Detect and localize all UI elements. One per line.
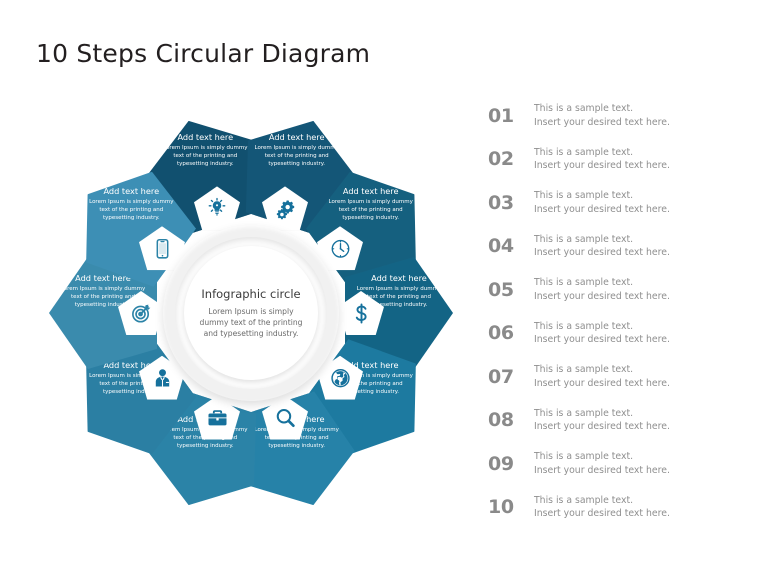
list-item-number: 04 xyxy=(488,235,514,258)
steps-list: 01 This is a sample text. Insert your desi… xyxy=(488,94,738,529)
list-item-line2: Insert your desired text here. xyxy=(534,116,670,128)
mobile-icon xyxy=(151,237,174,260)
list-item-line2: Insert your desired text here. xyxy=(534,464,670,476)
list-item-line2: Insert your desired text here. xyxy=(534,377,670,389)
lightbulb-icon xyxy=(206,197,228,219)
list-item-line1: This is a sample text. xyxy=(534,320,634,332)
list-item-number: 03 xyxy=(488,191,514,214)
list-item-number: 08 xyxy=(488,409,514,432)
list-item-line2: Insert your desired text here. xyxy=(534,290,670,302)
list-item-number: 09 xyxy=(488,452,514,475)
list-item-text: This is a sample text. Insert your desire… xyxy=(534,189,670,216)
list-item-line2: Insert your desired text here. xyxy=(534,247,670,259)
list-item[interactable]: 07 This is a sample text. Insert your desi… xyxy=(488,355,738,399)
center-body-text: Lorem Ipsum is simply dummy text of the … xyxy=(199,307,303,338)
gears-icon xyxy=(274,197,297,220)
list-item[interactable]: 09 This is a sample text. Insert your desi… xyxy=(488,442,738,486)
list-item-line1: This is a sample text. xyxy=(534,103,634,115)
list-item-number: 05 xyxy=(488,278,514,301)
list-item-line2: Insert your desired text here. xyxy=(534,334,670,346)
list-item-text: This is a sample text. Insert your desire… xyxy=(534,146,670,173)
list-item-line1: This is a sample text. xyxy=(534,277,634,289)
list-item-line1: This is a sample text. xyxy=(534,233,634,245)
list-item[interactable]: 04 This is a sample text. Insert your desi… xyxy=(488,225,738,269)
briefcase-icon xyxy=(206,406,229,429)
list-item[interactable]: 10 This is a sample text. Insert your desi… xyxy=(488,486,738,530)
list-item-text: This is a sample text. Insert your desire… xyxy=(534,320,670,347)
list-item[interactable]: 02 This is a sample text. Insert your desi… xyxy=(488,138,738,182)
list-item-line1: This is a sample text. xyxy=(534,364,634,376)
dollar-icon xyxy=(350,302,373,325)
list-item-text: This is a sample text. Insert your desire… xyxy=(534,494,670,521)
list-item-line2: Insert your desired text here. xyxy=(534,203,670,215)
list-item-number: 02 xyxy=(488,148,514,171)
list-item-text: This is a sample text. Insert your desire… xyxy=(534,276,670,303)
circular-diagram: Add text here Lorem Ipsum is simply dummy… xyxy=(36,78,466,548)
list-item-number: 07 xyxy=(488,365,514,388)
list-item-line2: Insert your desired text here. xyxy=(534,421,670,433)
list-item-number: 01 xyxy=(488,104,514,127)
list-item-line2: Insert your desired text here. xyxy=(534,160,670,172)
page-title: 10 Steps Circular Diagram xyxy=(36,38,371,68)
list-item[interactable]: 06 This is a sample text. Insert your desi… xyxy=(488,312,738,356)
center-circle: Infographic circle Lorem Ipsum is simply… xyxy=(184,246,318,380)
list-item-text: This is a sample text. Insert your desire… xyxy=(534,102,670,129)
list-item-text: This is a sample text. Insert your desire… xyxy=(534,363,670,390)
list-item-text: This is a sample text. Insert your desire… xyxy=(534,407,670,434)
businessperson-icon xyxy=(151,366,174,389)
list-item-number: 06 xyxy=(488,322,514,345)
list-item[interactable]: 08 This is a sample text. Insert your desi… xyxy=(488,399,738,443)
list-item-text: This is a sample text. Insert your desire… xyxy=(534,450,670,477)
list-item[interactable]: 01 This is a sample text. Insert your desi… xyxy=(488,94,738,138)
list-item-line1: This is a sample text. xyxy=(534,190,634,202)
magnifier-icon xyxy=(274,406,297,429)
target-icon xyxy=(130,302,153,325)
list-item-line1: This is a sample text. xyxy=(534,494,634,506)
list-item-line2: Insert your desired text here. xyxy=(534,508,670,520)
list-item-line1: This is a sample text. xyxy=(534,407,634,419)
list-item-text: This is a sample text. Insert your desire… xyxy=(534,233,670,260)
list-item-line1: This is a sample text. xyxy=(534,146,634,158)
center-title: Infographic circle xyxy=(201,287,301,301)
list-item[interactable]: 03 This is a sample text. Insert your desi… xyxy=(488,181,738,225)
list-item-number: 10 xyxy=(488,496,514,519)
list-item[interactable]: 05 This is a sample text. Insert your desi… xyxy=(488,268,738,312)
list-item-line1: This is a sample text. xyxy=(534,451,634,463)
